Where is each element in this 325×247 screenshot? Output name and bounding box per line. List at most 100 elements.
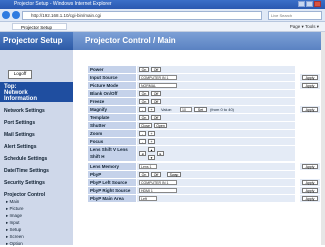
freeze-off-button[interactable]: Off bbox=[151, 99, 161, 104]
zoom-decrease-button[interactable]: - bbox=[139, 131, 146, 136]
row-controls: On Off bbox=[137, 114, 295, 121]
apply-cell: Apply bbox=[300, 187, 320, 194]
magnify-increase-button[interactable]: + bbox=[148, 107, 155, 112]
power-on-button[interactable]: On bbox=[139, 67, 149, 72]
tab-row: Projector Setup Page ▾ Tools ▾ bbox=[0, 22, 325, 32]
blank-off-button[interactable]: Off bbox=[151, 91, 161, 96]
power-off-button[interactable]: Off bbox=[151, 67, 161, 72]
main-panel: Projector Control / Main Power On Off In… bbox=[73, 32, 325, 245]
maximize-button[interactable] bbox=[306, 1, 313, 7]
app-logo: Projector Setup bbox=[0, 32, 73, 50]
close-button[interactable] bbox=[314, 1, 321, 7]
focus-decrease-button[interactable]: - bbox=[139, 139, 146, 144]
magnify-apply-button[interactable]: Apply bbox=[302, 107, 318, 112]
sidebar-subitem-main[interactable]: ▸ Main bbox=[6, 199, 19, 205]
pbyp-right-source-select[interactable]: HDMI 1 bbox=[139, 188, 177, 193]
row-picture-mode: Picture Mode NORMAL Apply bbox=[88, 82, 320, 89]
freeze-on-button[interactable]: On bbox=[139, 99, 149, 104]
row-label: Zoom bbox=[88, 130, 136, 137]
row-freeze: Freeze On Off bbox=[88, 98, 320, 105]
sidebar-item-alert-settings[interactable]: Alert Settings bbox=[4, 144, 37, 150]
lens-shift-down-button[interactable]: ▾ bbox=[148, 155, 155, 160]
sidebar-subitem-option[interactable]: ▸ Option bbox=[6, 241, 23, 247]
row-pbyp-left-source: PbyP Left Source COMPUTER IN 1 Apply bbox=[88, 179, 320, 186]
sidebar-item-datetime-settings[interactable]: Date/Time Settings bbox=[4, 168, 49, 174]
sidebar-item-mail-settings[interactable]: Mail Settings bbox=[4, 132, 35, 138]
lens-shift-right-button[interactable]: ▸ bbox=[157, 151, 164, 156]
logoff-button[interactable]: Logoff bbox=[8, 70, 32, 79]
template-off-button[interactable]: Off bbox=[151, 115, 161, 120]
input-source-apply-button[interactable]: Apply bbox=[302, 75, 318, 80]
focus-increase-button[interactable]: + bbox=[148, 139, 155, 144]
row-template: Template On Off bbox=[88, 114, 320, 121]
row-label: Lens Shift V Lens Shift H bbox=[88, 146, 136, 161]
row-controls: COMPUTER IN 1 bbox=[137, 74, 295, 81]
url-input[interactable]: http://192.168.1.10/cgi-bin/main.cgi bbox=[22, 11, 262, 20]
window-title: Projector Setup - Windows Internet Explo… bbox=[14, 1, 112, 7]
sidebar-subitem-picture[interactable]: ▸ Picture bbox=[6, 206, 24, 212]
magnify-set-button[interactable]: Set bbox=[194, 107, 207, 112]
magnify-value-input[interactable]: 10 bbox=[180, 107, 192, 112]
pbyp-on-button[interactable]: On bbox=[139, 172, 149, 177]
sidebar-item-projector-control[interactable]: Projector Control bbox=[4, 192, 45, 198]
row-input-source: Input Source COMPUTER IN 1 Apply bbox=[88, 74, 320, 81]
row-pbyp-main-area: PbyP Main Area Left Apply bbox=[88, 195, 320, 202]
sidebar-subitem-input[interactable]: ▸ Input bbox=[6, 220, 20, 226]
pbyp-swap-button[interactable]: Swap bbox=[167, 172, 181, 177]
row-controls: - + bbox=[137, 130, 295, 137]
sidebar-subitem-setup[interactable]: ▸ Setup bbox=[6, 227, 21, 233]
sidebar-item-top[interactable]: Top: Network Information bbox=[0, 82, 73, 102]
pbyp-left-source-apply-button[interactable]: Apply bbox=[302, 180, 318, 185]
row-label: Power bbox=[88, 66, 136, 73]
search-input[interactable]: Live Search bbox=[268, 11, 322, 20]
row-controls: On Off bbox=[137, 66, 295, 73]
row-shutter: Shutter Close Open bbox=[88, 122, 320, 129]
lens-shift-up-button[interactable]: ▴ bbox=[148, 147, 155, 152]
sidebar-subitem-screen[interactable]: ▸ Screen bbox=[6, 234, 24, 240]
row-label: Blank On/Off bbox=[88, 90, 136, 97]
lens-shift-left-button[interactable]: ◂ bbox=[139, 151, 146, 156]
tab-projector-setup[interactable]: Projector Setup bbox=[12, 23, 67, 30]
pbyp-main-area-select[interactable]: Left bbox=[139, 196, 157, 201]
row-controls: NORMAL bbox=[137, 82, 295, 89]
address-bar: http://192.168.1.10/cgi-bin/main.cgi Liv… bbox=[0, 9, 325, 22]
sidebar-item-port-settings[interactable]: Port Settings bbox=[4, 120, 35, 126]
pbyp-main-area-apply-button[interactable]: Apply bbox=[302, 196, 318, 201]
subitem-label: Picture bbox=[9, 206, 24, 211]
picture-mode-select[interactable]: NORMAL bbox=[139, 83, 177, 88]
back-icon[interactable] bbox=[2, 11, 10, 19]
pbyp-left-source-select[interactable]: COMPUTER IN 1 bbox=[139, 180, 177, 185]
row-label: Magnify bbox=[88, 106, 136, 113]
shutter-open-button[interactable]: Open bbox=[154, 123, 167, 128]
toolbar-menus[interactable]: Page ▾ Tools ▾ bbox=[290, 24, 319, 30]
row-label: Focus bbox=[88, 138, 136, 145]
sidebar-item-schedule-settings[interactable]: Schedule Settings bbox=[4, 156, 47, 162]
subitem-label: Option bbox=[9, 241, 23, 246]
zoom-increase-button[interactable]: + bbox=[148, 131, 155, 136]
sidebar-item-security-settings[interactable]: Security Settings bbox=[4, 180, 45, 186]
shutter-close-button[interactable]: Close bbox=[139, 123, 152, 128]
row-label: PbyP Main Area bbox=[88, 195, 136, 202]
row-controls: ◂ ▴ ▾ ▸ bbox=[137, 146, 295, 161]
row-controls: Left bbox=[137, 195, 295, 202]
pbyp-right-source-apply-button[interactable]: Apply bbox=[302, 188, 318, 193]
lens-memory-select[interactable]: Lens 1 bbox=[139, 164, 157, 169]
vertical-scrollbar[interactable] bbox=[321, 32, 325, 245]
magnify-decrease-button[interactable]: - bbox=[139, 107, 146, 112]
row-label: Freeze bbox=[88, 98, 136, 105]
sidebar-subitem-image[interactable]: ▸ Image bbox=[6, 213, 22, 219]
apply-cell: Apply bbox=[300, 106, 320, 113]
minimize-button[interactable] bbox=[298, 1, 305, 7]
picture-mode-apply-button[interactable]: Apply bbox=[302, 83, 318, 88]
row-label: Picture Mode bbox=[88, 82, 136, 89]
blank-on-button[interactable]: On bbox=[139, 91, 149, 96]
input-source-select[interactable]: COMPUTER IN 1 bbox=[139, 75, 177, 80]
row-lens-shift: Lens Shift V Lens Shift H ◂ ▴ ▾ ▸ bbox=[88, 146, 320, 161]
pbyp-off-button[interactable]: Off bbox=[151, 172, 161, 177]
sidebar-item-network-settings[interactable]: Network Settings bbox=[4, 108, 45, 114]
lens-memory-apply-button[interactable]: Apply bbox=[302, 164, 318, 169]
template-on-button[interactable]: On bbox=[139, 115, 149, 120]
apply-cell: Apply bbox=[300, 163, 320, 170]
forward-icon[interactable] bbox=[12, 11, 20, 19]
row-lens-memory: Lens Memory Lens 1 Apply bbox=[88, 163, 320, 170]
